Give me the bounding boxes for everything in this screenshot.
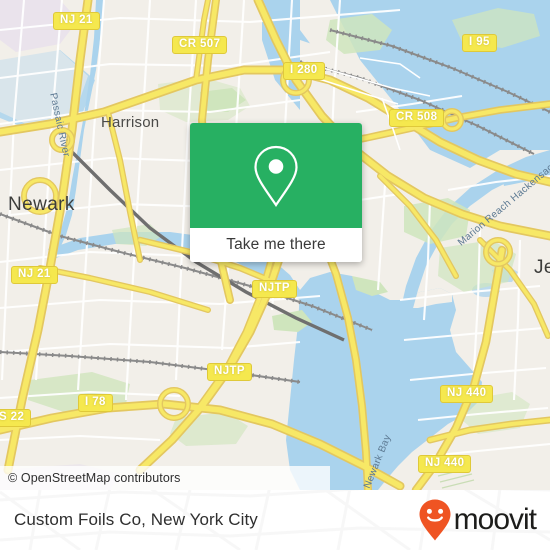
map-shield-i-95: I 95 [462,34,497,52]
map-canvas[interactable]: Harrison Newark Je Passaic River Marion … [0,0,550,490]
map-shield-i-280: I 280 [283,62,325,80]
map-shield-nj-21-north: NJ 21 [53,12,100,30]
popup-pin-header [190,123,362,228]
map-shield-nj-440-south: NJ 440 [418,455,472,473]
moovit-brand-logo[interactable]: moovit [418,498,537,542]
osm-attribution-text: © OpenStreetMap contributors [8,471,181,485]
osm-attribution-bar[interactable]: © OpenStreetMap contributors [0,466,330,490]
map-shield-cr-507: CR 507 [172,36,228,54]
map-shield-i-78: I 78 [78,394,113,412]
location-popup-card[interactable]: Take me there [190,123,362,262]
map-shield-us-22: S 22 [0,409,32,427]
moovit-location-card: Harrison Newark Je Passaic River Marion … [0,0,550,550]
map-shield-nj-440-north: NJ 440 [440,385,494,403]
footer-bar: Custom Foils Co, New York City moovit [0,490,550,550]
map-pin-icon [254,145,298,207]
map-shield-cr-508: CR 508 [389,109,445,127]
map-shield-njtp-north: NJTP [252,280,297,298]
map-shield-njtp-south: NJTP [207,363,252,381]
moovit-wordmark: moovit [453,503,537,536]
footer-content: Custom Foils Co, New York City moovit [0,490,550,550]
location-title: Custom Foils Co, New York City [14,510,258,529]
popup-action-bar[interactable]: Take me there [190,228,362,262]
take-me-there-label: Take me there [226,236,326,253]
map-shield-nj-21-south: NJ 21 [11,266,58,284]
moovit-pin-smiley-icon [419,499,451,541]
